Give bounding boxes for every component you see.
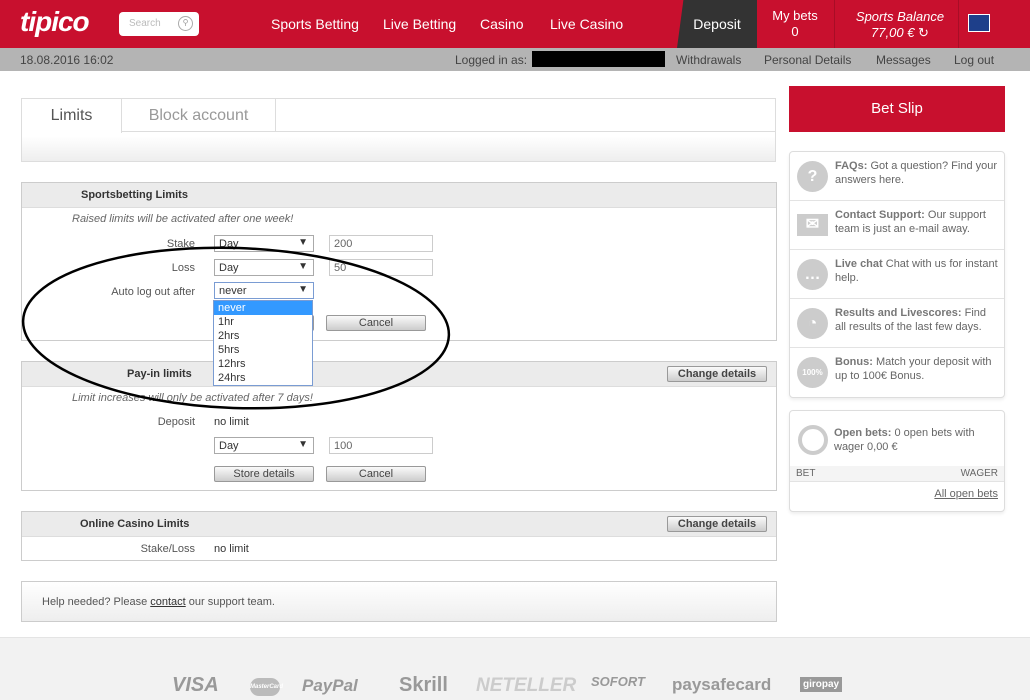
stake-input[interactable]: 200	[329, 235, 433, 252]
faq-item[interactable]: ? FAQs: Got a question? Find your answers…	[790, 152, 1004, 201]
link-log-out[interactable]: Log out	[954, 53, 994, 67]
option-never[interactable]: never	[214, 301, 312, 315]
deposit-label: Deposit	[157, 416, 195, 428]
search-icon[interactable]: ⚲	[178, 16, 193, 31]
note: Raised limits will be activated after on…	[72, 213, 294, 225]
loss-label: Loss	[171, 262, 195, 274]
help-card: ? FAQs: Got a question? Find your answers…	[789, 151, 1005, 398]
change-details-button[interactable]: Change details	[667, 366, 767, 382]
stake-loss-label: Stake/Loss	[140, 543, 195, 555]
section-title: Sportsbetting Limits	[81, 189, 188, 201]
section-title: Online Casino Limits	[80, 518, 190, 530]
option-2hrs[interactable]: 2hrs	[214, 329, 312, 343]
stake-period-select[interactable]: Day ▼	[214, 235, 314, 252]
tab-bar: Limits Block account	[21, 98, 776, 162]
dropdown-arrow-icon: ▼	[298, 237, 308, 248]
store-details-button[interactable]: Store details	[214, 466, 314, 482]
col-wager: WAGER	[960, 468, 998, 479]
live-chat-item[interactable]: … Live chat Chat with us for instant help…	[790, 250, 1004, 299]
auto-logout-label: Auto log out after	[111, 286, 195, 298]
contact-link[interactable]: contact	[150, 596, 185, 608]
deposit-amount-input[interactable]: 100	[329, 437, 433, 454]
results-item[interactable]: ◔ Results and Livescores: Find all result…	[790, 299, 1004, 348]
bonus-item[interactable]: 100% Bonus: Match your deposit with up to…	[790, 348, 1004, 397]
tab-block-account[interactable]: Block account	[122, 99, 276, 132]
uk-flag-icon[interactable]	[968, 14, 990, 32]
link-messages[interactable]: Messages	[876, 53, 931, 67]
deposit-value: no limit	[214, 416, 249, 428]
cancel-button[interactable]: Cancel	[326, 466, 426, 482]
link-personal-details[interactable]: Personal Details	[764, 53, 851, 67]
divider	[834, 0, 835, 48]
skrill-logo: Skrill	[399, 674, 448, 696]
giropay-logo: giropay	[800, 677, 843, 692]
datetime: 18.08.2016 16:02	[20, 53, 114, 67]
sofort-logo: SOFORT	[591, 674, 645, 689]
loss-input[interactable]: 50	[329, 259, 433, 276]
option-5hrs[interactable]: 5hrs	[214, 343, 312, 357]
logged-in-label: Logged in as:	[455, 53, 528, 67]
paysafecard-logo: paysafecard	[672, 675, 772, 694]
neteller-logo: NETELLER	[476, 675, 577, 696]
footer: VISA MasterCard PayPal Skrill NETELLER S…	[0, 637, 1030, 700]
option-24hrs[interactable]: 24hrs	[214, 371, 312, 385]
refresh-icon[interactable]: ↻	[918, 25, 929, 40]
note: Limit increases will only be activated a…	[72, 392, 313, 404]
dropdown-arrow-icon: ▼	[298, 261, 308, 272]
mastercard-logo: MasterCard	[250, 678, 283, 696]
envelope-icon: ✉	[797, 214, 828, 236]
paypal-logo: PayPal	[302, 676, 358, 695]
tab-limits[interactable]: Limits	[22, 99, 122, 133]
open-bets-card: Open bets: 0 open bets with wager 0,00 €…	[789, 410, 1005, 512]
deposit-button[interactable]: Deposit	[677, 0, 757, 48]
dropdown-arrow-icon: ▼	[298, 439, 308, 450]
stake-label: Stake	[166, 238, 195, 250]
search-input[interactable]: Search ⚲	[119, 12, 199, 36]
auto-logout-select[interactable]: never ▼	[214, 282, 314, 299]
option-1hr[interactable]: 1hr	[214, 315, 312, 329]
payin-limits-section: Pay-in limits Change details Limit incre…	[21, 361, 777, 491]
contact-support-item[interactable]: ✉ Contact Support: Our support team is ju…	[790, 201, 1004, 250]
divider	[958, 0, 959, 48]
my-bets-button[interactable]: My bets 0	[765, 8, 825, 40]
bet-slip-button[interactable]: Bet Slip	[789, 86, 1005, 132]
chat-bubble-icon: …	[797, 259, 828, 290]
help-box: Help needed? Please contact our support …	[21, 581, 777, 622]
section-title: Pay-in limits	[127, 368, 192, 380]
top-header: tipico Search ⚲ Sports Betting Live Betti…	[0, 0, 1030, 48]
link-withdrawals[interactable]: Withdrawals	[676, 53, 741, 67]
sportsbetting-limits-section: Sportsbetting Limits Raised limits will …	[21, 182, 777, 341]
deposit-period-select[interactable]: Day ▼	[214, 437, 314, 454]
redacted-username	[532, 51, 665, 67]
change-details-button[interactable]: Change details	[667, 516, 767, 532]
nav-sports-betting[interactable]: Sports Betting	[271, 16, 359, 32]
stopwatch-icon	[798, 425, 828, 455]
loss-period-select[interactable]: Day ▼	[214, 259, 314, 276]
account-bar: 18.08.2016 16:02 Logged in as: Withdrawa…	[0, 48, 1030, 71]
cancel-button[interactable]: Cancel	[326, 315, 426, 331]
all-open-bets-link[interactable]: All open bets	[934, 488, 998, 500]
visa-logo: VISA	[172, 674, 219, 696]
question-icon: ?	[797, 161, 828, 192]
auto-logout-options: never 1hr 2hrs 5hrs 12hrs 24hrs	[213, 300, 313, 386]
dropdown-arrow-icon: ▼	[298, 284, 308, 295]
bonus-badge-icon: 100%	[797, 357, 828, 388]
logo[interactable]: tipico	[20, 6, 90, 38]
nav-live-casino[interactable]: Live Casino	[550, 16, 623, 32]
nav-live-betting[interactable]: Live Betting	[383, 16, 456, 32]
sports-balance[interactable]: Sports Balance 77,00 € ↻	[840, 9, 960, 41]
nav-casino[interactable]: Casino	[480, 16, 524, 32]
col-bet: BET	[796, 468, 816, 479]
option-12hrs[interactable]: 12hrs	[214, 357, 312, 371]
casino-limits-section: Online Casino Limits Change details Stak…	[21, 511, 777, 561]
stake-loss-value: no limit	[214, 543, 249, 555]
pie-chart-icon: ◔	[797, 308, 828, 339]
